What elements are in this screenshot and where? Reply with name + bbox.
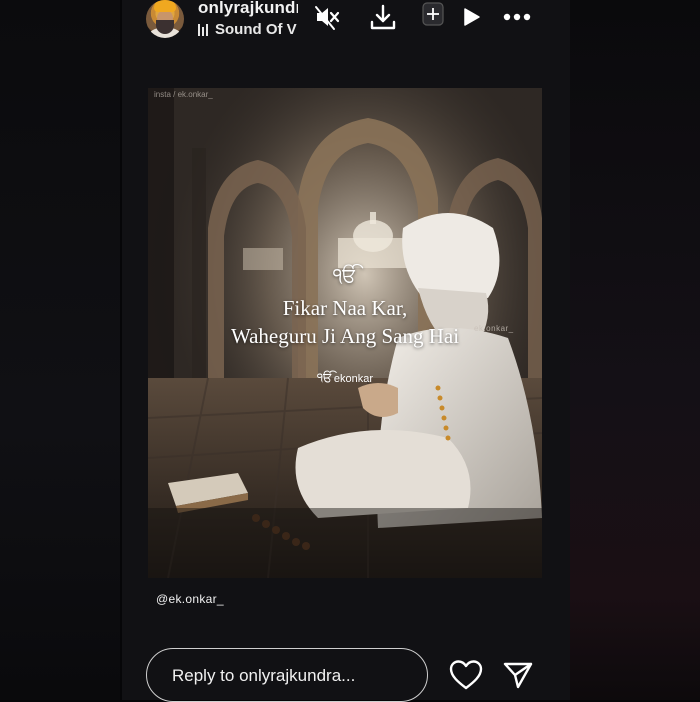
mute-icon[interactable] [314,3,340,31]
quote-line-1: Fikar Naa Kar, [282,296,408,320]
music-title: Sound Of V [215,21,297,38]
more-icon[interactable] [502,10,532,24]
play-icon[interactable] [460,6,482,28]
reply-input[interactable]: Reply to onlyrajkundra... [146,648,428,702]
ik-onkar-symbol: ੴ [332,265,358,287]
download-icon[interactable] [368,3,398,33]
brand-logo: ੴekonkar [148,370,542,386]
brand-symbol: ੴ [317,370,333,385]
send-icon[interactable] [502,660,534,690]
quote-block: ੴ Fikar Naa Kar, Waheguru Ji Ang Sang Ha… [148,264,542,350]
heart-icon[interactable] [448,659,484,691]
music-label[interactable]: Sound Of V [198,21,298,38]
brand-name: ekonkar [333,373,373,385]
backdrop-right [570,0,700,700]
add-story-icon[interactable] [420,0,446,30]
reply-placeholder: Reply to onlyrajkundra... [172,666,356,685]
mention-handle[interactable]: @ek.onkar_ [156,592,224,606]
watermark-top: insta / ek.onkar_ [154,90,213,99]
quote-line-2: Waheguru Ji Ang Sang Hai [230,324,460,348]
music-bars-icon [198,23,208,36]
backdrop-left [0,0,120,700]
username[interactable]: onlyrajkundr [198,0,298,18]
avatar[interactable] [146,0,184,38]
story-image: insta / ek.onkar_ ek.onkar_ ੴ Fikar Naa … [148,88,542,578]
